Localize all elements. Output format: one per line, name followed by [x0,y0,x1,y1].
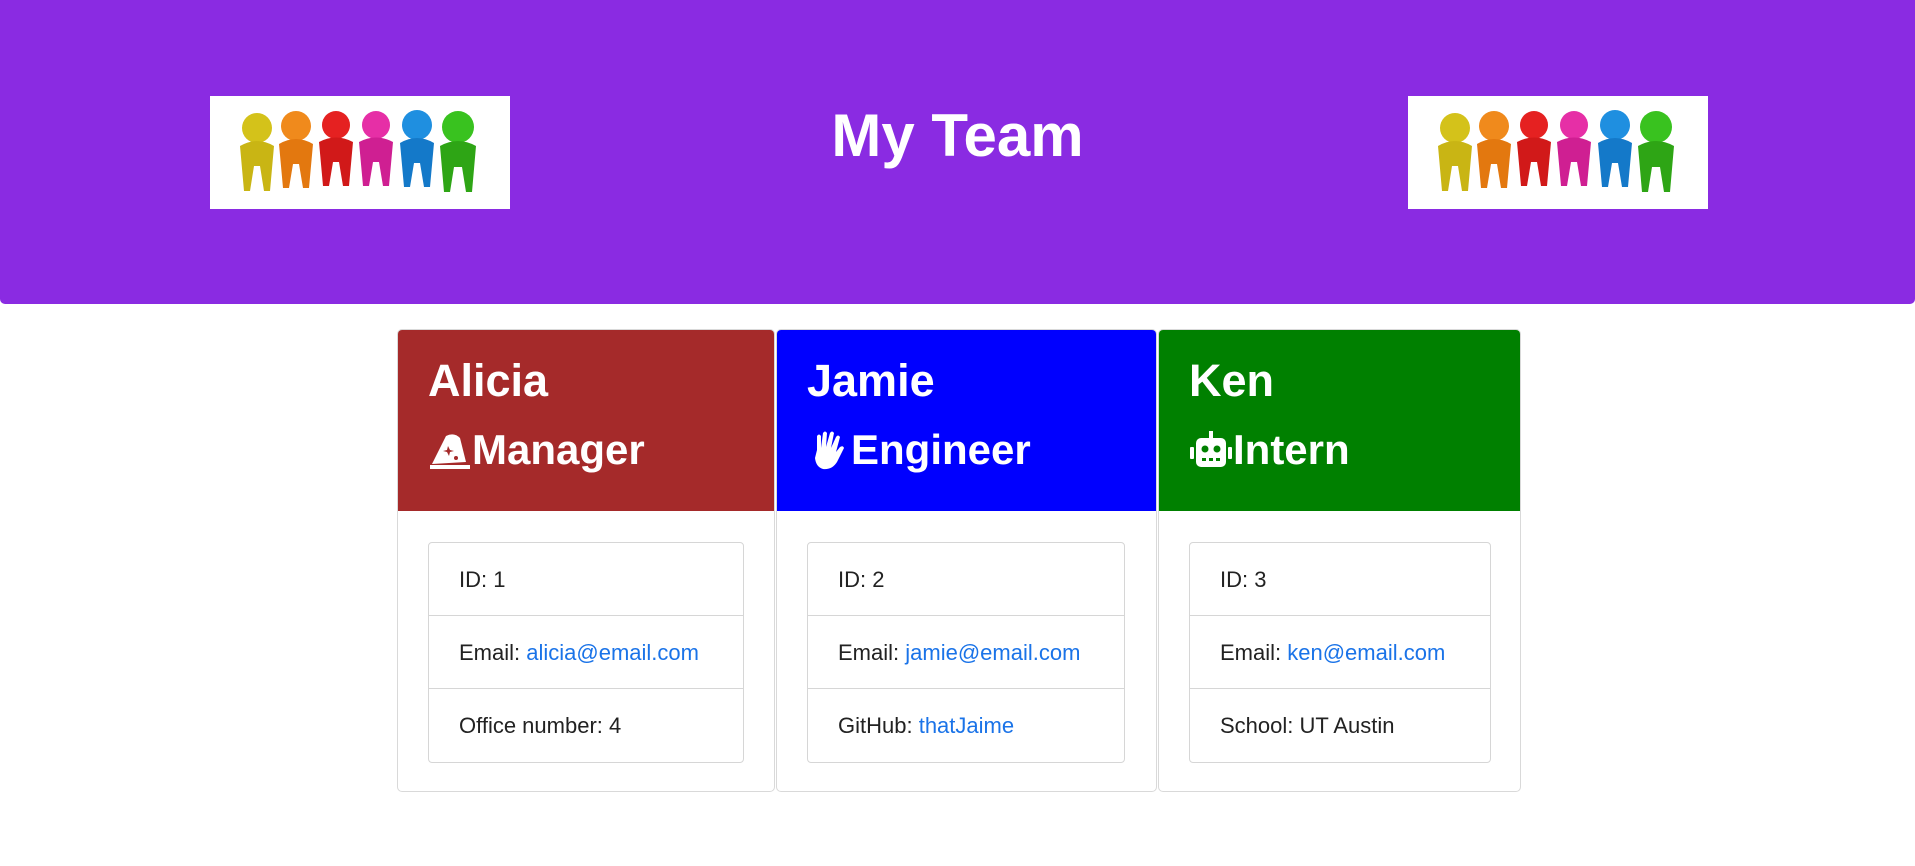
role-label: Manager [472,426,645,473]
office-number-item: Office number: 4 [459,713,622,738]
info-list: ID: 1 Email: alicia@email.com Office num… [428,542,744,763]
employee-name: Alicia [428,355,549,406]
role-label: Intern [1233,426,1350,473]
id-item: ID: 1 [429,543,743,616]
employee-card-intern: Ken Intern ID: 3 Email: ken@email.com Sc… [1158,329,1521,792]
employee-role: Intern [1189,420,1520,480]
id-value: 2 [872,567,885,592]
employee-card-manager: Alicia Manager ID: 1 Email: alicia@email… [397,329,775,792]
employee-role: Manager [428,420,774,480]
robot-icon [1189,428,1233,472]
github-link[interactable]: thatJaime [919,713,1014,738]
role-label: Engineer [851,426,1031,473]
wizard-hat-icon [428,428,472,472]
office-number-value: 4 [609,713,622,738]
employee-role: Engineer [807,420,1156,480]
school-item: School: UT Austin [1220,713,1395,738]
email-item: Email: jamie@email.com [808,616,1124,689]
hand-wave-icon [807,428,851,472]
employee-name: Ken [1189,355,1275,406]
school-value: UT Austin [1299,713,1395,738]
card-header: Ken Intern [1159,330,1520,511]
id-item: ID: 2 [808,543,1124,616]
email-link[interactable]: alicia@email.com [526,640,699,665]
header-jumbotron: My Team [0,0,1915,304]
card-header: Alicia Manager [398,330,774,511]
email-link[interactable]: ken@email.com [1287,640,1445,665]
info-list: ID: 2 Email: jamie@email.com GitHub: tha… [807,542,1125,763]
team-people-image-right [1408,96,1708,209]
id-value: 3 [1254,567,1267,592]
id-value: 1 [493,567,506,592]
email-item: Email: alicia@email.com [429,616,743,689]
email-link[interactable]: jamie@email.com [905,640,1080,665]
github-item: GitHub: thatJaime [838,713,1015,738]
employee-card-engineer: Jamie Engineer ID: 2 Email: jamie@email.… [776,329,1157,792]
card-header: Jamie Engineer [777,330,1156,511]
info-list: ID: 3 Email: ken@email.com School: UT Au… [1189,542,1491,763]
employee-name: Jamie [807,355,935,406]
id-item: ID: 3 [1190,543,1490,616]
email-item: Email: ken@email.com [1190,616,1490,689]
